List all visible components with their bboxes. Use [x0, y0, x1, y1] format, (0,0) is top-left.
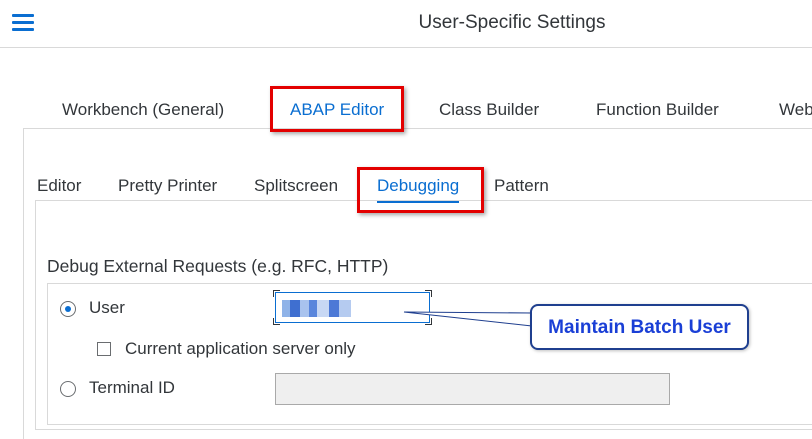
annotation-callout: Maintain Batch User [530, 304, 749, 350]
tab-workbench-general[interactable]: Workbench (General) [62, 100, 224, 120]
subtab-pattern[interactable]: Pattern [494, 176, 549, 196]
tab-function-builder[interactable]: Function Builder [596, 100, 719, 120]
subtab-editor[interactable]: Editor [37, 176, 81, 196]
subtab-debugging-label: Debugging [377, 176, 460, 195]
tab-abap-editor[interactable]: ABAP Editor [290, 100, 384, 120]
subtab-pretty-printer[interactable]: Pretty Printer [118, 176, 217, 196]
current-server-only-checkbox[interactable] [97, 342, 111, 356]
debug-section-title: Debug External Requests (e.g. RFC, HTTP) [47, 256, 389, 276]
focus-corner [273, 318, 280, 325]
terminal-id-label: Terminal ID [89, 378, 175, 397]
tab-abap-editor-label: ABAP Editor [290, 100, 385, 119]
obscured-user-value [282, 300, 352, 317]
header-bar: User-Specific Settings [0, 0, 812, 48]
focus-corner [425, 290, 432, 297]
subtab-splitscreen[interactable]: Splitscreen [254, 176, 338, 196]
focus-corner [425, 318, 432, 325]
user-input[interactable] [273, 290, 432, 325]
tab-web[interactable]: Web [779, 100, 812, 120]
tab-class-builder[interactable]: Class Builder [439, 100, 539, 120]
focus-corner [273, 290, 280, 297]
user-label: User [89, 298, 125, 317]
current-server-only-label: Current application server only [125, 339, 356, 358]
subtab-debugging[interactable]: Debugging [377, 176, 460, 203]
callout-text: Maintain Batch User [548, 317, 731, 338]
user-radio[interactable] [60, 301, 76, 317]
terminal-id-input[interactable] [275, 373, 670, 405]
page-title: User-Specific Settings [418, 12, 606, 33]
terminal-id-radio[interactable] [60, 381, 76, 397]
